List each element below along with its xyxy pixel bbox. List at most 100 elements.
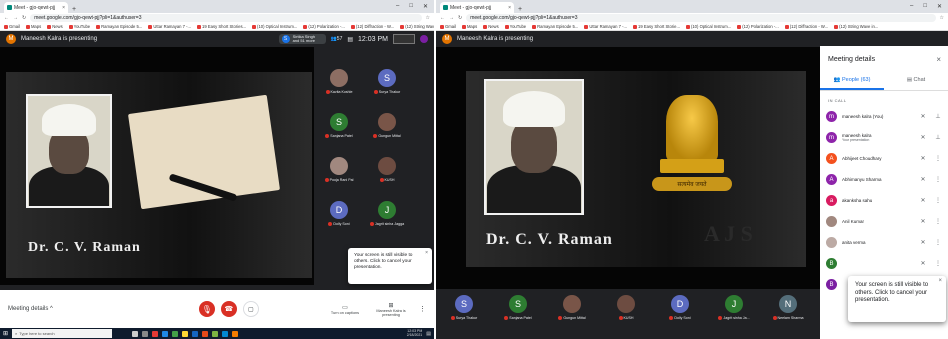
panel-close-icon[interactable]: × [936,55,941,64]
people-row[interactable]: A Abhijeet Choudhary ✕ ⋮ [820,148,948,169]
star-icon[interactable]: ☆ [940,15,944,21]
bookmark-item[interactable]: (12) Diffraction - W... [350,24,394,29]
reload-icon[interactable]: ↻ [458,15,462,21]
bookmark-item[interactable]: (12) String Wave in... [834,24,878,29]
tab-close-icon[interactable]: × [62,5,65,11]
participant-tile[interactable]: S Sanjana Patel [492,290,544,324]
mic-off-icon[interactable]: ✕ [917,218,929,225]
mic-off-icon[interactable]: 🎙 [198,301,215,317]
windows-start-icon[interactable]: ⊞ [3,330,8,337]
reload-icon[interactable]: ↻ [22,15,26,21]
participant-tile[interactable]: S Surya Thakur [438,290,490,324]
chat-icon[interactable]: ▤ [347,36,353,43]
new-tab-icon[interactable]: + [72,6,76,13]
bookmark-item[interactable]: Ramayan Episode 5... [532,24,578,29]
cortana-icon[interactable] [132,330,139,337]
mic-off-icon[interactable]: ✕ [917,134,929,141]
participant-tile[interactable]: Pooja Rani Pal [318,152,360,186]
task-view-icon[interactable] [142,330,149,337]
participant-tile[interactable]: S Sanjana Patel [318,108,360,142]
maximize-icon[interactable]: □ [923,3,927,10]
forward-icon[interactable]: → [13,15,18,21]
bookmark-item[interactable]: (12) Polarization -... [303,24,345,29]
bookmark-item[interactable]: (10) Optical Instrum... [252,24,297,29]
mic-off-icon[interactable]: ✕ [917,197,929,204]
participant-tile[interactable]: Gungun Mittal [366,108,408,142]
toast-close-icon[interactable]: × [425,250,428,256]
self-view-thumbnail[interactable] [393,34,415,44]
url-field[interactable]: meet.google.com/gjo-qewt-pjj?pli=1&authu… [466,14,936,22]
bookmark-item[interactable]: Gmail [440,24,456,29]
taskbar-app3-icon[interactable] [222,330,229,337]
back-icon[interactable]: ← [440,15,445,21]
bookmark-item[interactable]: (12) Polarization -... [737,24,779,29]
camera-icon[interactable]: ▢ [242,301,259,317]
present-now-button[interactable]: ⊞ Maneesh Kalra is presenting [371,302,411,317]
browser-tab[interactable]: Meet - gjo-qewt-pjj × [440,2,514,13]
more-options-icon[interactable]: ⋮ [934,176,942,183]
end-call-icon[interactable]: ☎ [220,301,237,317]
more-options-icon[interactable]: ⋮ [934,218,942,225]
participant-tile[interactable]: N Neelam Sharma [762,290,814,324]
participant-tile[interactable]: S Surya Thakur [366,64,408,98]
participant-tile[interactable]: Kavita Koshle [318,64,360,98]
chrome-icon[interactable] [172,330,179,337]
mic-off-icon[interactable]: ✕ [917,239,929,246]
tab-chat[interactable]: ▤ Chat [884,67,948,90]
tab-close-icon[interactable]: × [508,5,511,11]
bookmark-item[interactable]: Uttar Ramayan 7 -... [148,24,191,29]
bookmark-item[interactable]: Gmail [4,24,20,29]
new-tab-icon[interactable]: + [518,6,522,13]
more-options-icon[interactable]: ⋮ [419,305,426,313]
mic-off-icon[interactable]: ✕ [917,176,929,183]
account-avatar[interactable] [420,35,428,43]
bookmark-item[interactable]: YouTube [68,24,90,29]
participant-tile[interactable]: D Dolly Soni [654,290,706,324]
store-icon[interactable] [192,330,199,337]
bookmark-item[interactable]: Uttar Ramayan 7 -... [584,24,627,29]
tab-people[interactable]: 👥 People (63) [820,67,884,90]
browser-tab[interactable]: Meet - gjo-qewt-pjj × [4,2,68,13]
bookmark-item[interactable]: Maps [461,24,477,29]
window-close-icon[interactable]: ✕ [423,3,428,10]
file-explorer-icon[interactable] [182,330,189,337]
maximize-icon[interactable]: □ [409,3,413,10]
participant-tile[interactable]: J Jagrit sinha Jagga [366,196,408,230]
people-row[interactable]: A Abhimanyu Sharma ✕ ⋮ [820,169,948,190]
toast-close-icon[interactable]: × [938,278,942,284]
bookmark-item[interactable]: (12) Diffraction - W... [784,24,828,29]
minimize-icon[interactable]: – [396,3,399,10]
mic-off-icon[interactable]: ✕ [917,155,929,162]
people-row[interactable]: Anil Kumar ✕ ⋮ [820,211,948,232]
notification-icon[interactable]: ▤ [426,331,431,337]
participant-tile[interactable]: J Jagrit sinha Ja... [708,290,760,324]
participant-tile[interactable]: D Dolly Soni [318,196,360,230]
pin-icon[interactable]: ⊥ [934,113,942,120]
mic-off-icon[interactable]: ✕ [917,113,929,120]
taskbar-app4-icon[interactable] [232,330,239,337]
participant-tile[interactable]: KUSH [366,152,408,186]
people-row[interactable]: anita verma ✕ ⋮ [820,232,948,253]
more-options-icon[interactable]: ⋮ [934,239,942,246]
more-options-icon[interactable]: ⋮ [934,197,942,204]
bookmark-item[interactable]: Ramayan Episode 5... [96,24,142,29]
bookmark-item[interactable]: News [483,24,499,29]
forward-icon[interactable]: → [449,15,454,21]
people-row[interactable]: a akanksha sahu ✕ ⋮ [820,190,948,211]
mic-off-icon[interactable]: ✕ [917,260,929,267]
more-options-icon[interactable]: ⋮ [934,260,942,267]
star-icon[interactable]: ☆ [426,15,430,21]
minimize-icon[interactable]: – [910,3,913,10]
taskbar-app2-icon[interactable] [212,330,219,337]
participant-tile[interactable]: Gungun Mittal [546,290,598,324]
pin-icon[interactable]: ⊥ [934,134,942,141]
taskbar-search[interactable]: ⌕ Type here to search [12,329,113,338]
people-row[interactable]: m maneesh kalra Your presentation ✕ ⊥ [820,127,948,148]
screen-visible-toast[interactable]: × Your screen is still visible to others… [348,248,432,284]
bookmark-item[interactable]: Maps [25,24,41,29]
people-row[interactable]: m maneesh kalra (You) ✕ ⊥ [820,106,948,127]
office-icon[interactable] [202,330,209,337]
bookmark-item[interactable]: 19 Easy Short Stories... [197,24,246,29]
bookmark-item[interactable]: 19 Easy Short Storie... [633,24,680,29]
more-options-icon[interactable]: ⋮ [934,155,942,162]
